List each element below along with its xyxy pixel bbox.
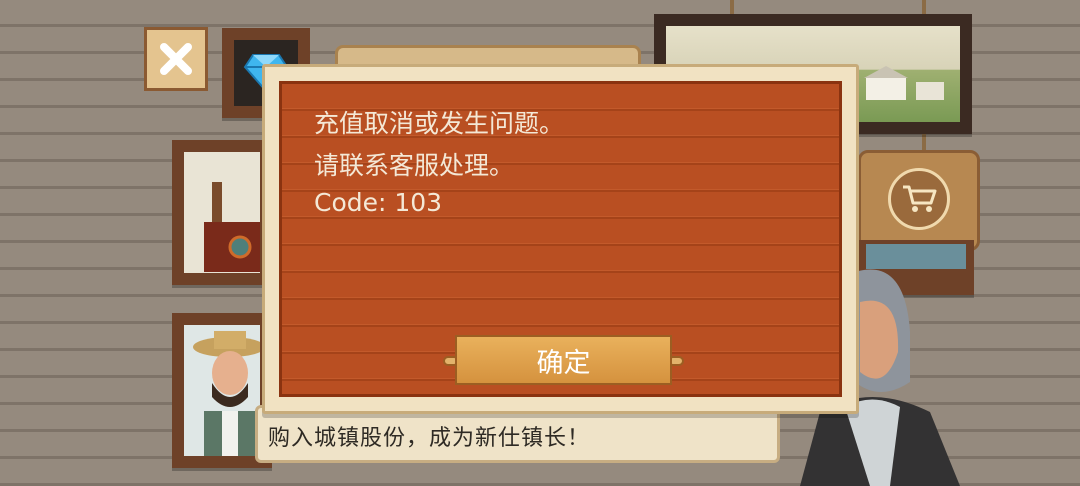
town-scene	[204, 182, 260, 272]
shop-cart-button[interactable]	[888, 168, 950, 230]
close-x-icon	[160, 43, 192, 75]
town-scene-painting	[172, 140, 272, 285]
dialog-error-code: Code: 103	[314, 188, 443, 217]
shopping-cart-icon	[903, 185, 937, 212]
bearded-man-portrait	[193, 331, 265, 456]
confirm-button[interactable]: 确定	[455, 335, 672, 385]
close-button[interactable]	[144, 27, 208, 91]
error-dialog: 充值取消或发生问题。 请联系客服处理。 Code: 103 确定	[262, 64, 859, 414]
dialog-message-line-2: 请联系客服处理。	[314, 151, 515, 180]
dialog-message-line-1: 充值取消或发生问题。	[314, 109, 565, 138]
news-text: 购入城镇股份，成为新仕镇长！	[268, 426, 591, 451]
